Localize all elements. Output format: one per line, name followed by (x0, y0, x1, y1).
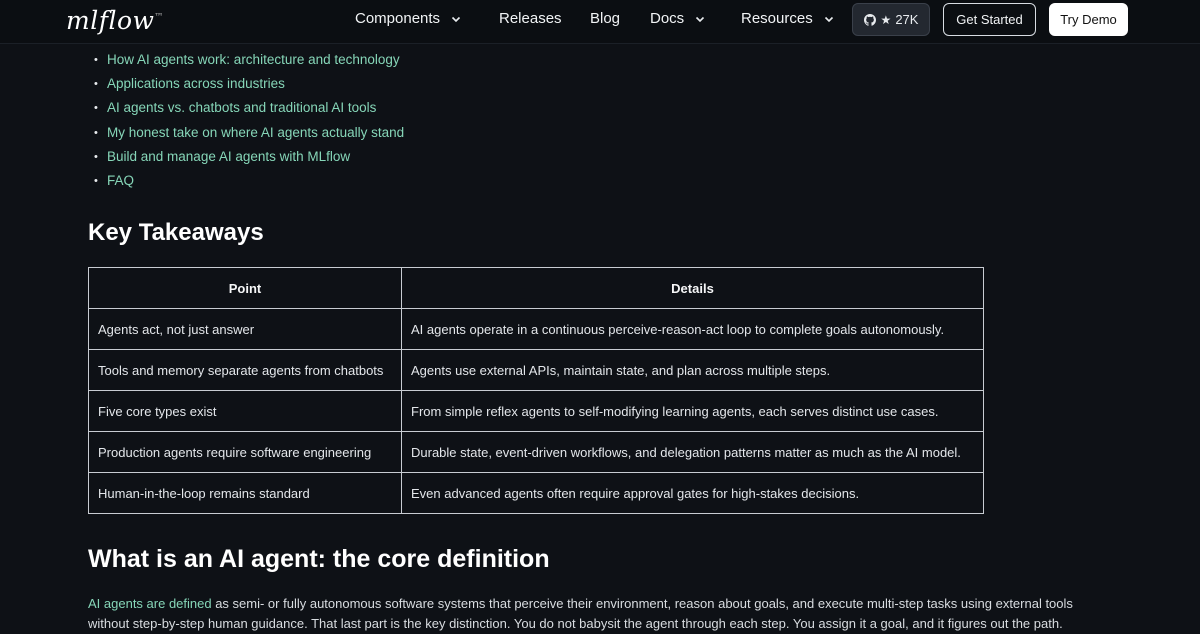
toc-link[interactable]: My honest take on where AI agents actual… (107, 124, 404, 142)
nav-blog[interactable]: Blog (590, 10, 620, 27)
table-cell-point: Production agents require software engin… (88, 431, 402, 473)
column-header-details: Details (401, 267, 984, 309)
table-cell-details: AI agents operate in a continuous percei… (401, 308, 984, 350)
key-takeaways-heading: Key Takeaways (88, 219, 264, 246)
nav-releases-label: Releases (499, 10, 562, 27)
toc-item: • FAQ (94, 169, 404, 193)
nav-components[interactable]: Components (355, 10, 462, 27)
table-row: Production agents require software engin… (88, 431, 984, 473)
ai-agents-defined-link[interactable]: AI agents are defined (88, 596, 212, 611)
toc-link[interactable]: Applications across industries (107, 75, 285, 93)
table-header-row: Point Details (88, 267, 984, 309)
chevron-down-icon (696, 16, 705, 22)
trademark-mark: ™ (154, 12, 164, 23)
toc-item: • AI agents vs. chatbots and traditional … (94, 96, 404, 120)
table-cell-point: Agents act, not just answer (88, 308, 402, 350)
definition-heading: What is an AI agent: the core definition (88, 545, 550, 573)
bullet: • (94, 102, 98, 115)
table-cell-details: Durable state, event-driven workflows, a… (401, 431, 984, 473)
nav-resources-label: Resources (741, 10, 813, 27)
definition-paragraph: AI agents are defined as semi- or fully … (88, 594, 1108, 634)
nav-docs[interactable]: Docs (650, 10, 706, 27)
chevron-down-icon (824, 16, 833, 22)
column-header-point: Point (88, 267, 402, 309)
table-cell-point: Tools and memory separate agents from ch… (88, 349, 402, 391)
github-stars-button[interactable]: ★ 27K (852, 3, 930, 36)
try-demo-button[interactable]: Try Demo (1049, 3, 1128, 36)
bullet: • (94, 150, 98, 163)
toc-link[interactable]: FAQ (107, 172, 134, 190)
nav-resources[interactable]: Resources (741, 10, 835, 27)
github-icon (863, 13, 876, 26)
toc-item: • Applications across industries (94, 72, 404, 96)
toc-link[interactable]: AI agents vs. chatbots and traditional A… (107, 99, 376, 117)
toc-item: • Build and manage AI agents with MLflow (94, 145, 404, 169)
get-started-button[interactable]: Get Started (943, 3, 1036, 36)
top-navbar: mlflow™ Components Releases Blog Docs Re… (0, 0, 1200, 44)
toc-item: • How AI agents work: architecture and te… (94, 48, 404, 72)
table-cell-point: Five core types exist (88, 390, 402, 432)
bullet: • (94, 54, 98, 67)
nav-releases[interactable]: Releases (499, 10, 562, 27)
table-of-contents: • How AI agents work: architecture and te… (94, 48, 404, 193)
table-cell-details: Agents use external APIs, maintain state… (401, 349, 984, 391)
logo-text: mlflow (66, 6, 155, 35)
table-row: Tools and memory separate agents from ch… (88, 349, 984, 391)
table-cell-point: Human-in-the-loop remains standard (88, 472, 402, 514)
nav-components-label: Components (355, 10, 441, 27)
toc-link[interactable]: How AI agents work: architecture and tec… (107, 51, 400, 69)
chevron-down-icon (451, 16, 461, 22)
definition-text: as semi- or fully autonomous software sy… (88, 596, 1073, 631)
bullet: • (94, 126, 98, 139)
table-row: Five core types exist From simple reflex… (88, 390, 984, 432)
bullet: • (94, 78, 98, 91)
table-cell-details: Even advanced agents often require appro… (401, 472, 984, 514)
table-row: Agents act, not just answer AI agents op… (88, 308, 984, 350)
toc-item: • My honest take on where AI agents actua… (94, 121, 404, 145)
toc-link[interactable]: Build and manage AI agents with MLflow (107, 148, 350, 166)
github-stars-count: 27K (895, 12, 919, 27)
key-takeaways-table: Point Details Agents act, not just answe… (88, 267, 984, 514)
mlflow-logo[interactable]: mlflow™ (66, 6, 164, 35)
table-cell-details: From simple reflex agents to self-modify… (401, 390, 984, 432)
nav-blog-label: Blog (590, 10, 621, 27)
bullet: • (94, 175, 98, 188)
table-row: Human-in-the-loop remains standard Even … (88, 472, 984, 514)
star-icon: ★ (880, 12, 892, 27)
nav-docs-label: Docs (650, 10, 685, 27)
